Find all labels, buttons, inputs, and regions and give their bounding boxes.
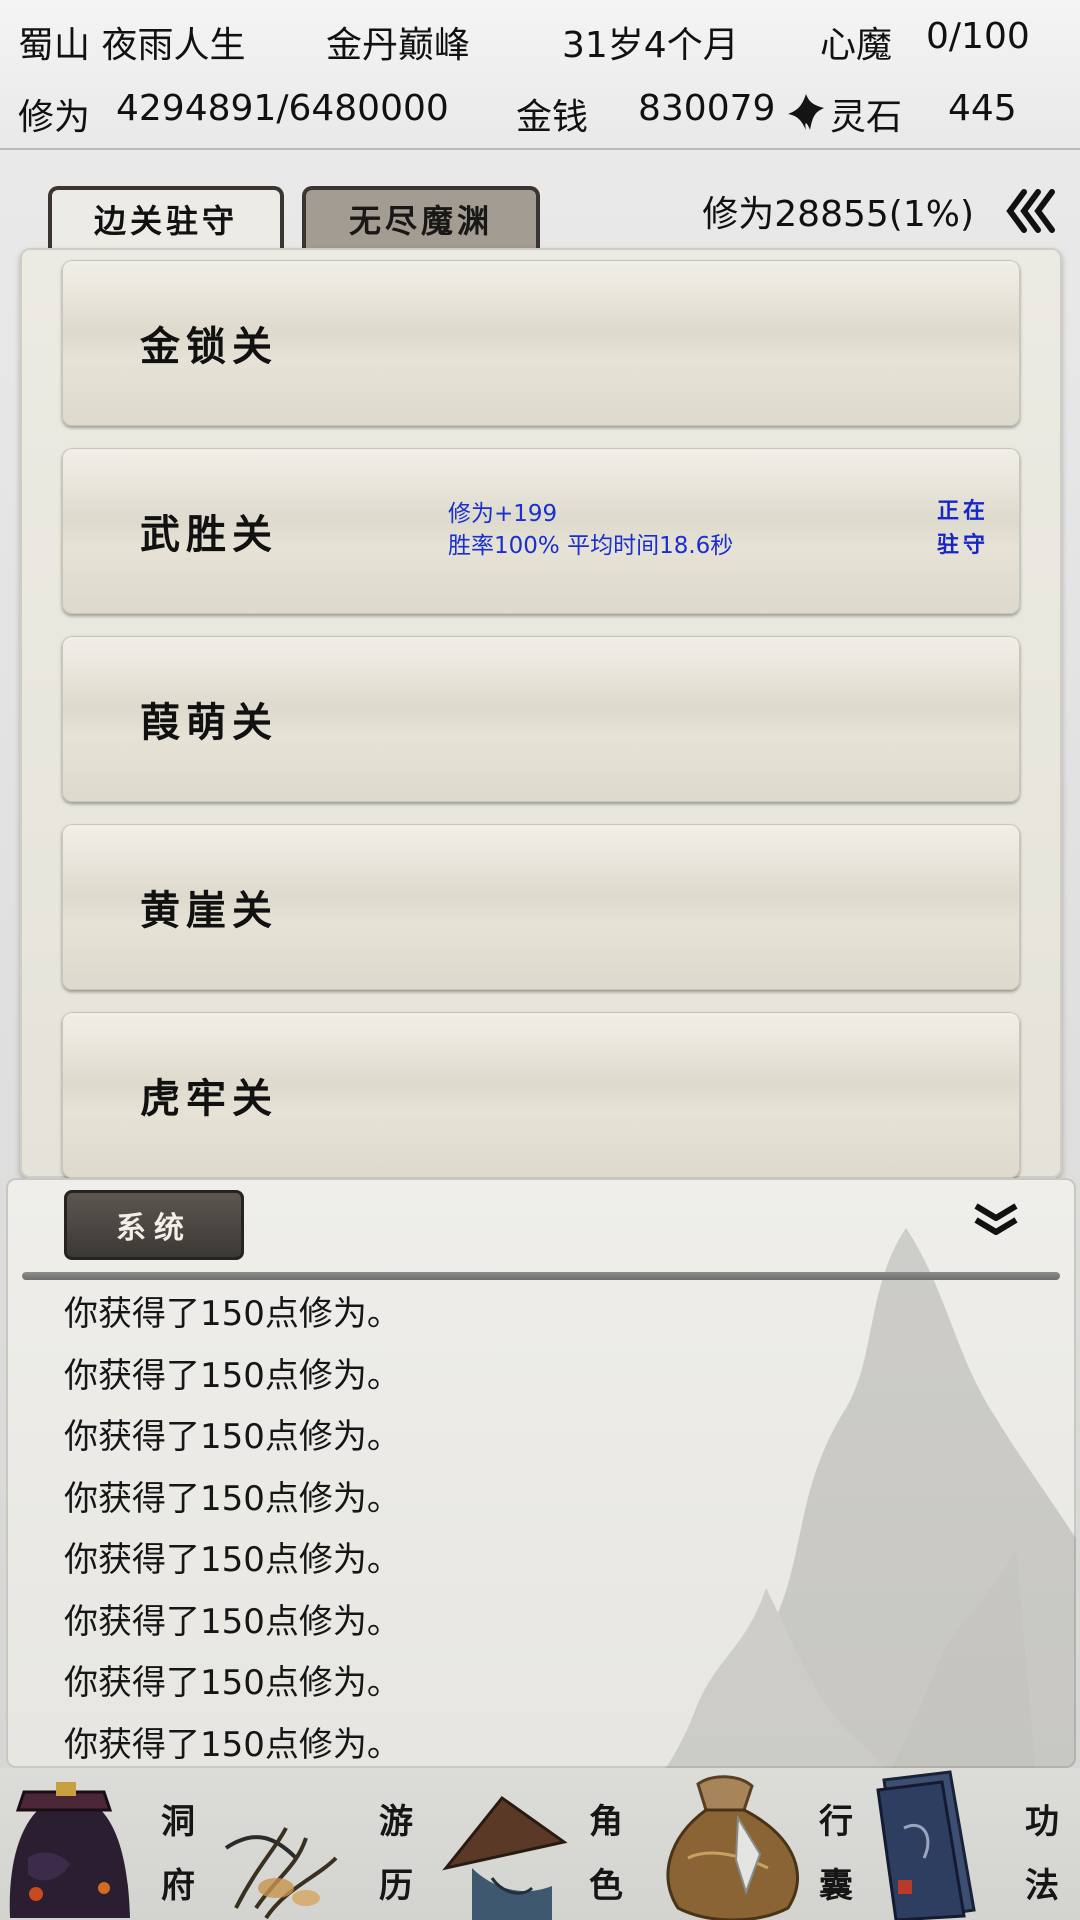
- log-message: 你获得了150点修为。: [64, 1478, 401, 1519]
- log-message: 你获得了150点修为。: [64, 1540, 401, 1580]
- travel-grass-icon: [224, 1827, 338, 1920]
- scripture-book-icon: [876, 1770, 976, 1920]
- collapse-down-icon[interactable]: [970, 1200, 1022, 1240]
- log-message: 你获得了150点修为。: [64, 1663, 401, 1703]
- heart-demon-value: 0/100: [926, 16, 1030, 57]
- log-message-list[interactable]: 你获得了150点修为。 你获得了150点修为。 你获得了150点修为。 你获得了…: [64, 1284, 1046, 1768]
- pass-item-jinsuo[interactable]: 金锁关: [62, 260, 1020, 426]
- bag-icon: [666, 1775, 799, 1920]
- cultivation-label: 修为: [18, 97, 91, 138]
- realm: 金丹巅峰: [326, 25, 471, 66]
- nav-label: 洞 府: [161, 1802, 195, 1906]
- guarding-status-line2: 驻守: [936, 532, 989, 558]
- cultivation-gain-rate: 修为28855(1%): [702, 194, 974, 235]
- heart-demon-label: 心魔: [820, 25, 893, 66]
- guarding-status-line1: 正在: [936, 498, 989, 524]
- collapse-left-icon[interactable]: [1004, 186, 1058, 236]
- pass-stats-winrate: 胜率100% 平均时间18.6秒: [448, 533, 734, 559]
- character-icon: [442, 1795, 568, 1920]
- status-bar: 蜀山 夜雨人生 金丹巅峰 31岁4个月 心魔 0/100 修为 4294891/…: [0, 0, 1080, 150]
- log-divider: [22, 1272, 1060, 1280]
- cave-residence-icon: [9, 1782, 130, 1918]
- nav-travel[interactable]: 游 历: [216, 1768, 432, 1920]
- pass-item-huangya[interactable]: 黄崖关: [62, 824, 1020, 990]
- log-message: 你获得了150点修为。: [64, 1601, 401, 1642]
- pass-name: 葭萌关: [140, 699, 278, 746]
- pass-item-jiameng[interactable]: 葭萌关: [62, 636, 1020, 802]
- sect-name: 蜀山 夜雨人生: [18, 25, 246, 66]
- tab-frontier-garrison[interactable]: 边关驻守: [48, 186, 284, 248]
- nav-label: 行 囊: [819, 1802, 853, 1906]
- spirit-stone-icon: [788, 94, 824, 130]
- log-message: 你获得了150点修为。: [64, 1724, 401, 1765]
- tab-system-log[interactable]: 系统: [64, 1190, 244, 1260]
- pass-name: 虎牢关: [140, 1075, 278, 1122]
- pass-name: 金锁关: [140, 323, 278, 370]
- log-message: 你获得了150点修为。: [64, 1417, 401, 1457]
- nav-label: 功 法: [1025, 1802, 1059, 1906]
- pass-item-wusheng[interactable]: 武胜关 修为+199 胜率100% 平均时间18.6秒 正在 驻守: [62, 448, 1020, 614]
- nav-label: 角 色: [589, 1802, 623, 1906]
- tab-endless-abyss[interactable]: 无尽魔渊: [302, 186, 540, 248]
- nav-cave-residence[interactable]: 洞 府: [0, 1768, 216, 1920]
- age: 31岁4个月: [562, 25, 739, 66]
- guarding-status: 正在 驻守: [928, 494, 998, 562]
- log-message: 你获得了150点修为。: [64, 1355, 401, 1396]
- pass-name: 黄崖关: [140, 887, 278, 934]
- pass-item-hulao[interactable]: 虎牢关: [62, 1012, 1020, 1178]
- system-log-panel: 系统 你获得了150点修为。 你获得了150点修为。 你获得了150点修为。 你…: [6, 1178, 1076, 1768]
- nav-techniques[interactable]: 功 法: [864, 1768, 1080, 1920]
- pass-name: 武胜关: [140, 511, 278, 558]
- nav-inventory[interactable]: 行 囊: [648, 1768, 864, 1920]
- money-label: 金钱: [516, 97, 589, 138]
- money-value: 830079: [638, 88, 776, 129]
- bottom-nav: 洞 府 游 历 角 色 行 囊 功 法: [0, 1768, 1080, 1920]
- log-message: 你获得了150点修为。: [64, 1294, 401, 1334]
- pass-stats: 修为+199 胜率100% 平均时间18.6秒: [448, 498, 733, 562]
- nav-character[interactable]: 角 色: [432, 1768, 648, 1920]
- pass-list-panel[interactable]: 金锁关 武胜关 修为+199 胜率100% 平均时间18.6秒 正在 驻守 葭萌…: [20, 248, 1062, 1178]
- pass-stats-cultivation: 修为+199: [448, 501, 558, 527]
- spirit-stone-label: 灵石: [830, 97, 903, 138]
- cultivation-value: 4294891/6480000: [116, 88, 449, 129]
- nav-label: 游 历: [379, 1802, 413, 1906]
- spirit-stone-value: 445: [948, 88, 1017, 129]
